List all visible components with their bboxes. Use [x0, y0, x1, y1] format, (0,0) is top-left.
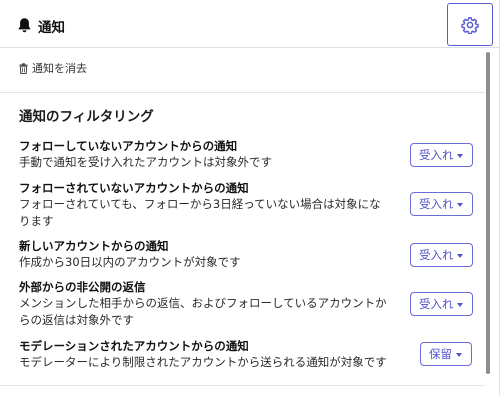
- policy-select-value: 受入れ: [419, 148, 454, 162]
- policy-select-value: 受入れ: [419, 297, 454, 311]
- filtering-section-title: 通知のフィルタリング: [19, 109, 154, 125]
- policy-select-value: 保留: [429, 347, 452, 361]
- clear-notifications-label: 通知を消去: [32, 62, 87, 75]
- policy-select-value: 受入れ: [419, 248, 454, 262]
- filter-description: メンションした相手からの返信、およびフォローしているアカウントか らの返信は対象…: [19, 296, 387, 327]
- filter-row-moderated-accounts: モデレーションされたアカウントからの通知 モデレーターにより制限されたアカウント…: [19, 339, 479, 371]
- trash-icon: [19, 63, 28, 74]
- chevron-down-icon: [456, 353, 462, 357]
- panel-header: 通知: [0, 0, 500, 48]
- filter-description: モデレーターにより制限されたアカウントから送られる通知が対象です: [19, 355, 387, 369]
- policy-select-not-followers[interactable]: 受入れ: [410, 192, 473, 216]
- gear-icon: [461, 16, 479, 34]
- filter-description: 手動で通知を受け入れたアカウントは対象外です: [19, 155, 272, 169]
- notifications-panel: 通知 通知を消去 通知のフィルタリング フォローしていないアカウントからの通知 …: [0, 0, 500, 395]
- policy-select-moderated-accounts[interactable]: 保留: [420, 342, 472, 366]
- filter-title: モデレーションされたアカウントからの通知: [19, 339, 249, 353]
- chevron-down-icon: [457, 154, 463, 158]
- clear-notifications-button[interactable]: 通知を消去: [0, 49, 486, 93]
- bell-icon: [18, 18, 31, 33]
- policy-select-value: 受入れ: [419, 197, 454, 211]
- chevron-down-icon: [457, 303, 463, 307]
- chevron-down-icon: [457, 254, 463, 258]
- scrollbar-thumb[interactable]: [486, 52, 490, 374]
- scrollbar[interactable]: [485, 49, 491, 395]
- settings-button[interactable]: [447, 3, 493, 46]
- filter-description: フォローされていても、フォローから3日経っていない場合は対象にな ります: [19, 197, 381, 228]
- policy-select-new-accounts[interactable]: 受入れ: [410, 243, 473, 267]
- divider: [0, 385, 486, 386]
- policy-select-not-following[interactable]: 受入れ: [410, 143, 473, 167]
- chevron-down-icon: [457, 203, 463, 207]
- page-title: 通知: [38, 20, 65, 36]
- filter-description: 作成から30日以内のアカウントが対象です: [19, 255, 241, 269]
- policy-select-private-mentions[interactable]: 受入れ: [410, 292, 473, 316]
